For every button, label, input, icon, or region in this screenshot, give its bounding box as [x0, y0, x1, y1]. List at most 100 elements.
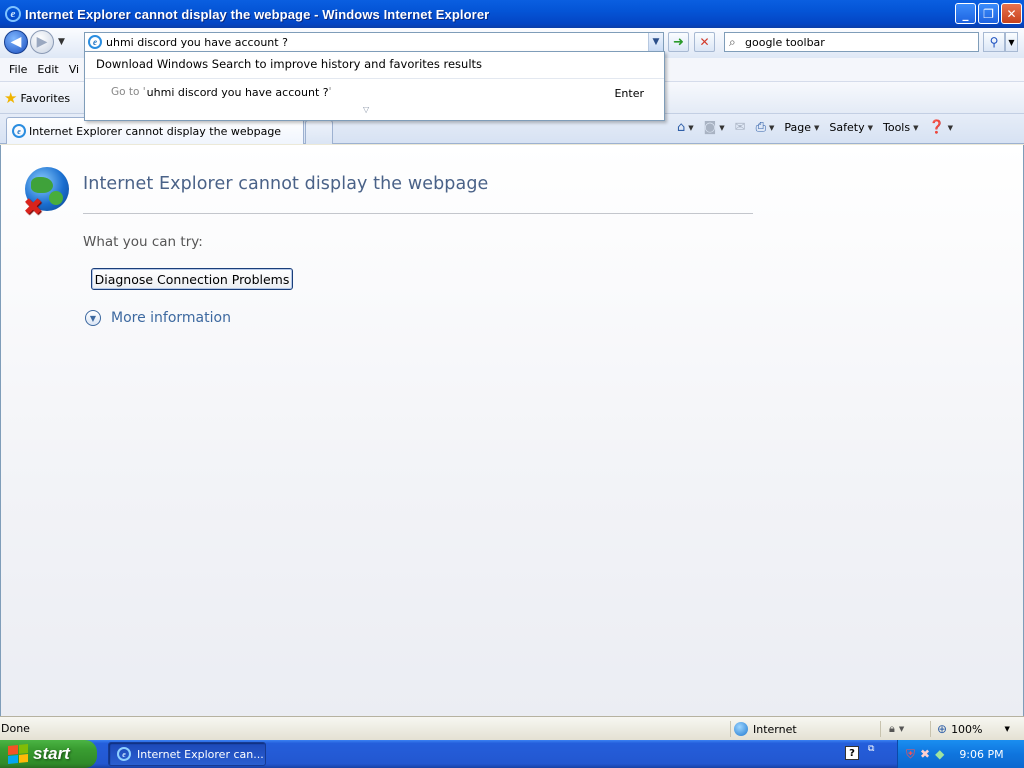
page-icon: e	[88, 35, 102, 49]
title-bar[interactable]: e Internet Explorer cannot display the w…	[0, 0, 1024, 28]
network-icon[interactable]: ✖	[920, 747, 930, 761]
search-input[interactable]	[745, 35, 965, 49]
page-menu[interactable]: Page ▼	[781, 119, 822, 136]
tools-menu-label: Tools	[882, 121, 911, 134]
goto-prefix: Go to '	[111, 86, 146, 98]
mail-icon: ✉	[734, 120, 746, 135]
recent-pages-dropdown-icon[interactable]: ▼	[58, 37, 65, 47]
taskbar-item-ie[interactable]: e Internet Explorer can...	[108, 742, 266, 766]
safety-menu[interactable]: Safety ▼	[826, 119, 876, 136]
stop-x-icon: ✕	[699, 35, 710, 49]
home-button[interactable]: ⌂ ▼	[674, 118, 697, 137]
divider	[83, 213, 753, 214]
goto-suggestion[interactable]: Go to ' uhmi discord you have account ? '	[111, 86, 331, 99]
start-label: start	[33, 744, 70, 763]
more-information-link[interactable]: ▼ More information	[85, 310, 231, 326]
page-menu-label: Page	[784, 121, 812, 134]
forward-arrow-icon: ▶	[36, 34, 48, 50]
chevron-down-icon: ▼	[768, 123, 775, 132]
security-zone[interactable]: Internet	[730, 721, 797, 737]
ie-window: e Internet Explorer cannot display the w…	[0, 0, 1024, 740]
status-text: Done	[1, 722, 30, 735]
home-icon: ⌂	[677, 120, 686, 135]
command-bar: ⌂ ▼ ◙ ▼ ✉ ⎙ ▼ Page ▼ Safety ▼ Tools ▼ ❓ ▼	[674, 118, 956, 137]
lock-icon: 🔒︎	[889, 722, 895, 735]
magnifier-icon: ⚲	[989, 35, 999, 49]
status-bar: Done Internet 🔒︎ ▼ ⊕ 100% ▼	[0, 716, 1024, 740]
tools-menu[interactable]: Tools ▼	[880, 119, 922, 136]
favorites-button[interactable]: ★ Favorites	[4, 89, 70, 107]
globe-land	[49, 191, 63, 205]
rss-feed-icon: ◙	[703, 120, 717, 135]
help-menu[interactable]: ❓ ▼	[925, 118, 956, 137]
taskbar: start e Internet Explorer can... ? ⧉ ⛨ ✖…	[0, 740, 1024, 768]
windows-logo-icon	[8, 743, 28, 765]
go-arrow-icon: ➜	[673, 34, 684, 50]
chevron-down-icon: ▼	[814, 123, 820, 132]
windows-search-hint-link[interactable]: Download Windows Search to improve histo…	[96, 57, 482, 71]
zoom-level: 100%	[951, 722, 983, 736]
back-arrow-icon: ◀	[10, 34, 22, 50]
error-x-icon: ✖	[23, 193, 44, 221]
zoom-control[interactable]: ⊕ 100% ▼	[930, 721, 1010, 737]
start-button[interactable]: start	[0, 740, 97, 768]
chevron-down-icon: ▼	[898, 725, 905, 733]
ie-logo-icon: e	[5, 6, 21, 22]
zone-label: Internet	[753, 722, 797, 736]
chevron-down-icon: ▼	[913, 123, 919, 132]
help-icon: ❓	[928, 120, 945, 135]
divider	[85, 78, 664, 79]
search-options-dropdown-icon[interactable]: ▼	[1005, 32, 1018, 52]
address-bar[interactable]: e uhmi discord you have account ? ▼	[84, 32, 664, 52]
menu-file[interactable]: File	[4, 63, 32, 76]
help-icon[interactable]: ?	[845, 746, 859, 760]
search-button[interactable]: ⚲	[983, 32, 1005, 52]
window-title: Internet Explorer cannot display the web…	[25, 6, 490, 22]
menu-edit[interactable]: Edit	[32, 63, 63, 76]
chevron-down-icon: ▼	[1004, 725, 1010, 733]
new-tab-button[interactable]	[305, 120, 333, 144]
goto-value: uhmi discord you have account ?	[146, 86, 329, 99]
chevron-down-icon: ▼	[867, 123, 873, 132]
protected-mode-indicator[interactable]: 🔒︎ ▼	[880, 721, 904, 737]
go-button[interactable]: ➜	[668, 32, 689, 52]
taskbar-item-label: Internet Explorer can...	[137, 747, 264, 761]
address-input[interactable]: uhmi discord you have account ?	[106, 36, 648, 49]
system-tray: ⛨ ✖ ◆ 9:06 PM	[897, 740, 1024, 768]
star-icon: ★	[4, 89, 18, 107]
read-mail-button[interactable]: ✉	[732, 118, 749, 137]
security-alert-icon[interactable]: ◆	[935, 747, 944, 761]
window-controls: _ ❐ ✕	[955, 3, 1022, 24]
close-button[interactable]: ✕	[1001, 3, 1022, 24]
show-desktop-icon[interactable]: ⧉	[868, 744, 880, 762]
ie-logo-icon: e	[117, 747, 131, 761]
minimize-button[interactable]: _	[955, 3, 976, 24]
address-dropdown-icon[interactable]: ▼	[648, 33, 663, 51]
clock[interactable]: 9:06 PM	[959, 748, 1003, 761]
enter-hint: Enter	[614, 87, 644, 100]
menu-view[interactable]: Vi	[64, 63, 84, 76]
search-box[interactable]: ⌕	[724, 32, 979, 52]
zoom-icon: ⊕	[937, 722, 948, 736]
print-button[interactable]: ⎙ ▼	[753, 118, 778, 137]
chevron-down-icon: ▼	[719, 123, 725, 132]
tab-current[interactable]: e Internet Explorer cannot display the w…	[6, 117, 304, 144]
feeds-button[interactable]: ◙ ▼	[701, 118, 728, 137]
back-button[interactable]: ◀	[4, 30, 28, 54]
try-label: What you can try:	[83, 234, 203, 250]
internet-zone-icon	[734, 722, 748, 736]
tab-ie-icon: e	[12, 124, 26, 138]
stop-button[interactable]: ✕	[694, 32, 715, 52]
safety-menu-label: Safety	[829, 121, 865, 134]
expand-more-icon[interactable]: ▽	[363, 105, 369, 114]
shield-icon[interactable]: ⛨	[906, 747, 915, 762]
expand-chevron-icon: ▼	[85, 310, 101, 326]
restore-button[interactable]: ❐	[978, 3, 999, 24]
forward-button[interactable]: ▶	[30, 30, 54, 54]
search-icon: ⌕	[729, 34, 736, 49]
favorites-label: Favorites	[20, 91, 71, 105]
printer-icon: ⎙	[755, 120, 766, 135]
diagnose-connection-button[interactable]: Diagnose Connection Problems	[91, 268, 293, 290]
navigation-buttons: ◀ ▶ ▼	[4, 30, 65, 54]
page-title: Internet Explorer cannot display the web…	[83, 174, 489, 194]
